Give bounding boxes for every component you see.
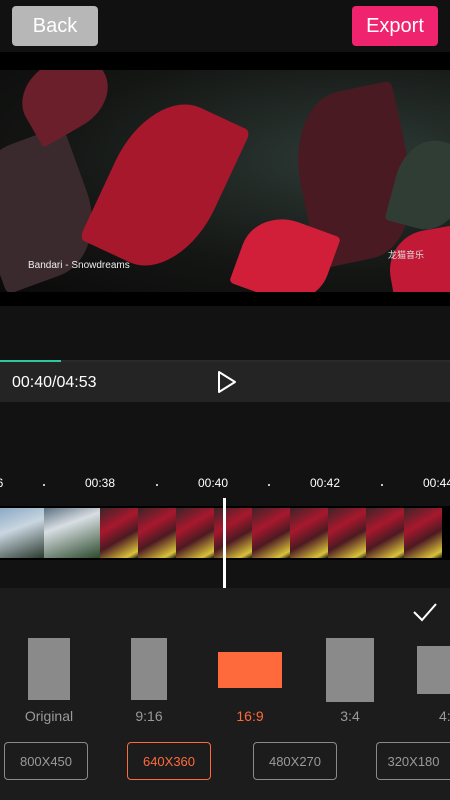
ratio-option-original[interactable]: Original [14,638,84,724]
resolution-800x450[interactable]: 800X450 [4,742,88,780]
timeline: 6 00:38 00:40 00:42 00:44 [0,402,450,588]
clip-thumbnail [366,508,404,558]
checkmark-icon[interactable] [412,600,438,624]
ratio-shape [326,638,374,702]
tick-label: 00:42 [309,476,341,490]
ratio-option-16-9[interactable]: 16:9 [215,638,285,724]
spacer [0,306,450,360]
ratio-option-9-16[interactable]: 9:16 [114,638,184,724]
top-bar: Back Export [0,0,450,52]
video-caption: Bandari - Snowdreams [28,260,130,271]
resolution-480x270[interactable]: 480X270 [253,742,337,780]
ratio-label: 16:9 [236,708,264,724]
export-button[interactable]: Export [352,6,438,46]
ratio-label: 3:4 [340,708,360,724]
tick-label: 00:44 [422,476,450,490]
back-button[interactable]: Back [12,6,98,46]
clip-thumbnail [138,508,176,558]
ratio-label: 4: [439,708,450,724]
aspect-ratio-panel: Original 9:16 16:9 3:4 4: 800X450 640X36… [0,588,450,800]
video-preview-area: Bandari - Snowdreams 龙猫音乐 [0,52,450,306]
clip-thumbnail [290,508,328,558]
clip-thumbnail [0,508,44,558]
tick-dot [43,484,45,486]
clip-thumbnail [328,508,366,558]
video-frame[interactable]: Bandari - Snowdreams 龙猫音乐 [0,70,450,292]
ratio-shape [417,646,450,694]
ratio-label: 9:16 [135,708,163,724]
clip-thumbnail [214,508,252,558]
play-icon[interactable] [214,370,238,394]
resolution-320x180[interactable]: 320X180 [376,742,450,780]
playback-controls: 00:40/04:53 [0,362,450,402]
tick-label: 00:40 [197,476,229,490]
leaf-shape [79,84,251,286]
resolution-640x360[interactable]: 640X360 [127,742,211,780]
clip-thumbnail [404,508,442,558]
tick-dot [268,484,270,486]
ratio-shape [28,638,70,700]
clip-thumbnail [176,508,214,558]
time-display: 00:40/04:53 [12,374,97,391]
ratio-option-3-4[interactable]: 3:4 [315,638,385,724]
ratio-label: Original [24,708,74,724]
tick-dot [156,484,158,486]
timeline-ruler: 6 00:38 00:40 00:42 00:44 [0,476,450,492]
ratio-option-4-partial[interactable]: 4: [405,638,450,724]
clip-thumbnail [44,508,100,558]
playhead[interactable] [223,498,226,588]
clip-thumbnail [252,508,290,558]
tick-dot [381,484,383,486]
watermark-logo: 龙猫音乐 [387,250,424,260]
tick-label: 6 [0,476,3,490]
clip-thumbnail [100,508,138,558]
ratio-shape [218,652,282,688]
ratio-shape [131,638,167,700]
tick-label: 00:38 [84,476,116,490]
